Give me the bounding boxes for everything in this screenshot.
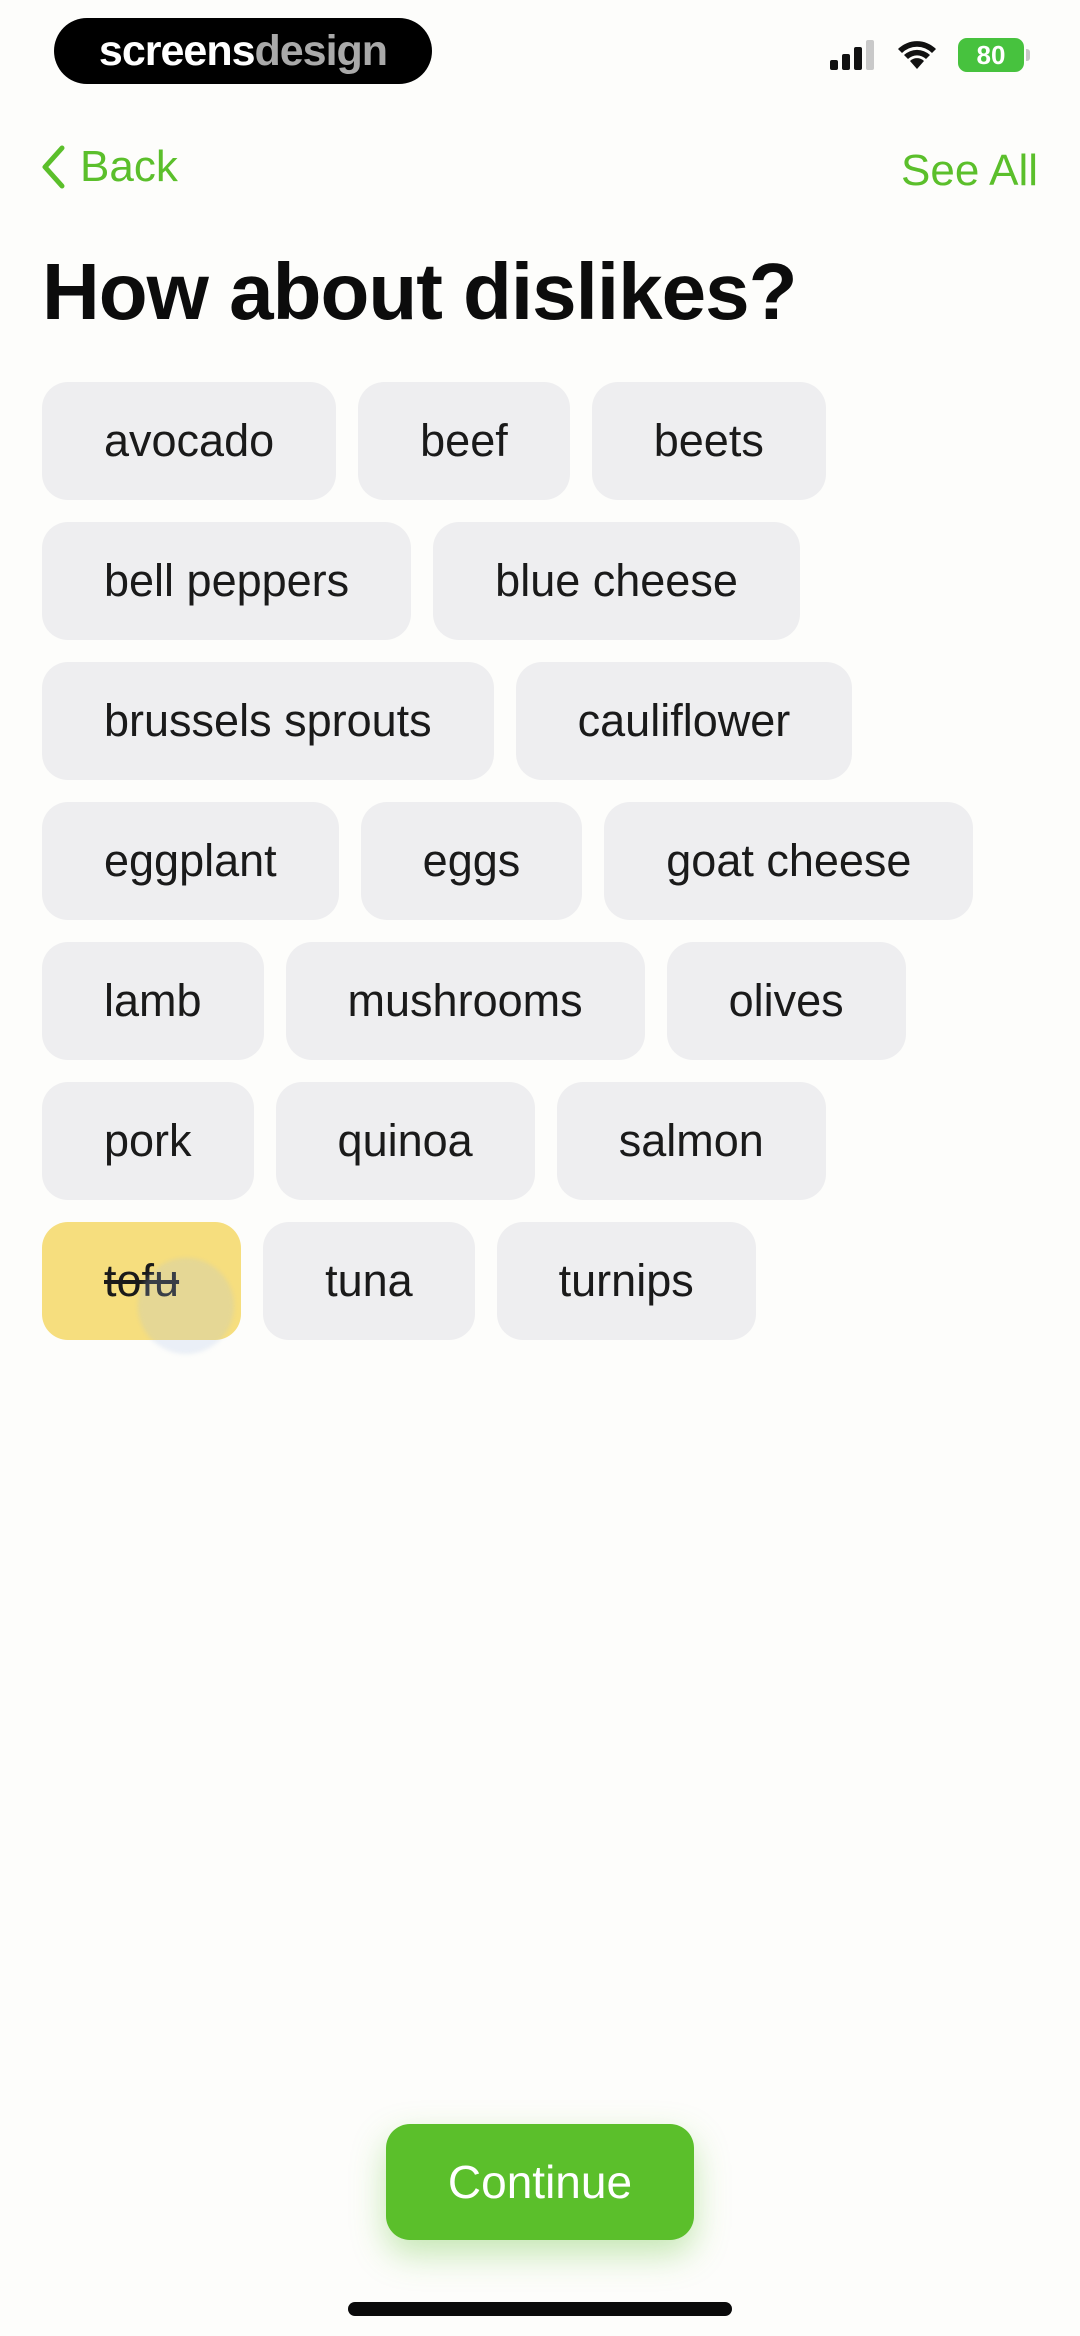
brand-badge: screens design: [54, 18, 432, 84]
chip-brussels-sprouts[interactable]: brussels sprouts: [42, 662, 494, 780]
chip-beets[interactable]: beets: [591, 382, 826, 500]
chip-beef[interactable]: beef: [358, 382, 570, 500]
chip-eggs[interactable]: eggs: [360, 802, 583, 920]
home-indicator: [348, 2302, 732, 2316]
continue-button[interactable]: Continue: [386, 2124, 694, 2240]
chip-salmon[interactable]: salmon: [556, 1082, 826, 1200]
chip-lamb[interactable]: lamb: [42, 942, 264, 1060]
battery-level: 80: [976, 39, 1006, 70]
chip-goat-cheese[interactable]: goat cheese: [604, 802, 974, 920]
brand-text-primary: screens: [98, 26, 256, 75]
wifi-icon: [898, 41, 936, 69]
see-all-button[interactable]: See All: [901, 146, 1038, 196]
status-bar: screens design 80: [0, 0, 1080, 110]
status-icons: 80: [830, 38, 1030, 72]
back-label: Back: [80, 142, 178, 191]
dislike-chips: avocado beef beets bell peppers blue cheese b…: [42, 382, 1042, 1340]
chip-pork[interactable]: pork: [42, 1082, 254, 1200]
page-title: How about dislikes?: [42, 247, 797, 336]
chip-avocado[interactable]: avocado: [42, 382, 337, 500]
chip-quinoa[interactable]: quinoa: [275, 1082, 535, 1200]
back-button[interactable]: Back: [40, 142, 178, 192]
screen: screens design 80 Back See All How about…: [0, 0, 1080, 2336]
battery-icon: 80: [958, 38, 1030, 72]
chip-tofu[interactable]: tofu: [42, 1222, 242, 1340]
chip-olives[interactable]: olives: [666, 942, 906, 1060]
cellular-signal-icon: [830, 40, 874, 70]
chevron-left-icon: [42, 145, 65, 189]
chip-turnips[interactable]: turnips: [496, 1222, 756, 1340]
chip-eggplant[interactable]: eggplant: [42, 802, 339, 920]
chip-blue-cheese[interactable]: blue cheese: [433, 522, 800, 640]
chip-tuna[interactable]: tuna: [263, 1222, 475, 1340]
chip-bell-peppers[interactable]: bell peppers: [42, 522, 412, 640]
chip-cauliflower[interactable]: cauliflower: [515, 662, 853, 780]
brand-text-secondary: design: [254, 26, 389, 75]
chip-mushrooms[interactable]: mushrooms: [285, 942, 645, 1060]
